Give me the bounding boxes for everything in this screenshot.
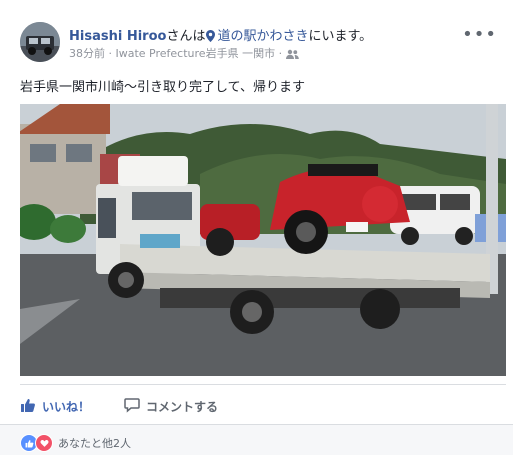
like-button[interactable]: いいね！ xyxy=(20,397,90,416)
post-card: Hisashi Hirooさんは 道の駅かわさきにいます。 38分前 · Iwat… xyxy=(0,0,513,455)
author-avatar[interactable] xyxy=(20,22,60,62)
reaction-count-text: あなたと他2人 xyxy=(58,437,131,450)
meta-separator: · xyxy=(108,47,113,60)
more-options-icon[interactable]: ••• xyxy=(462,24,497,45)
thumbs-up-icon xyxy=(20,397,36,416)
author-name[interactable]: Hisashi Hiroo xyxy=(69,29,166,44)
location-meta[interactable]: Iwate Prefecture岩手県 一関市 xyxy=(116,47,276,60)
reactions-summary[interactable]: あなたと他2人 xyxy=(20,434,131,452)
post-header: Hisashi Hirooさんは 道の駅かわさきにいます。 xyxy=(69,25,372,46)
comment-button[interactable]: コメントする xyxy=(124,397,218,416)
like-label: いいね！ xyxy=(42,400,91,414)
place-suffix: にいます。 xyxy=(308,29,373,44)
friends-icon[interactable] xyxy=(285,49,299,62)
post-text: 岩手県一関市川崎〜引き取り完了して、帰ります xyxy=(20,80,305,95)
post-photo[interactable] xyxy=(20,104,506,376)
divider xyxy=(20,384,506,385)
meta-separator-2: · xyxy=(278,47,283,60)
location-pin-icon xyxy=(206,30,216,46)
comment-bubble-icon xyxy=(124,397,140,416)
love-reaction-icon xyxy=(35,434,53,452)
author-suffix: さんは xyxy=(166,29,206,44)
comment-label: コメントする xyxy=(146,400,219,414)
post-timestamp[interactable]: 38分前 xyxy=(69,47,105,60)
checkin-place-link[interactable]: 道の駅かわさき xyxy=(217,29,308,44)
post-meta: 38分前 · Iwate Prefecture岩手県 一関市 · xyxy=(69,45,299,62)
